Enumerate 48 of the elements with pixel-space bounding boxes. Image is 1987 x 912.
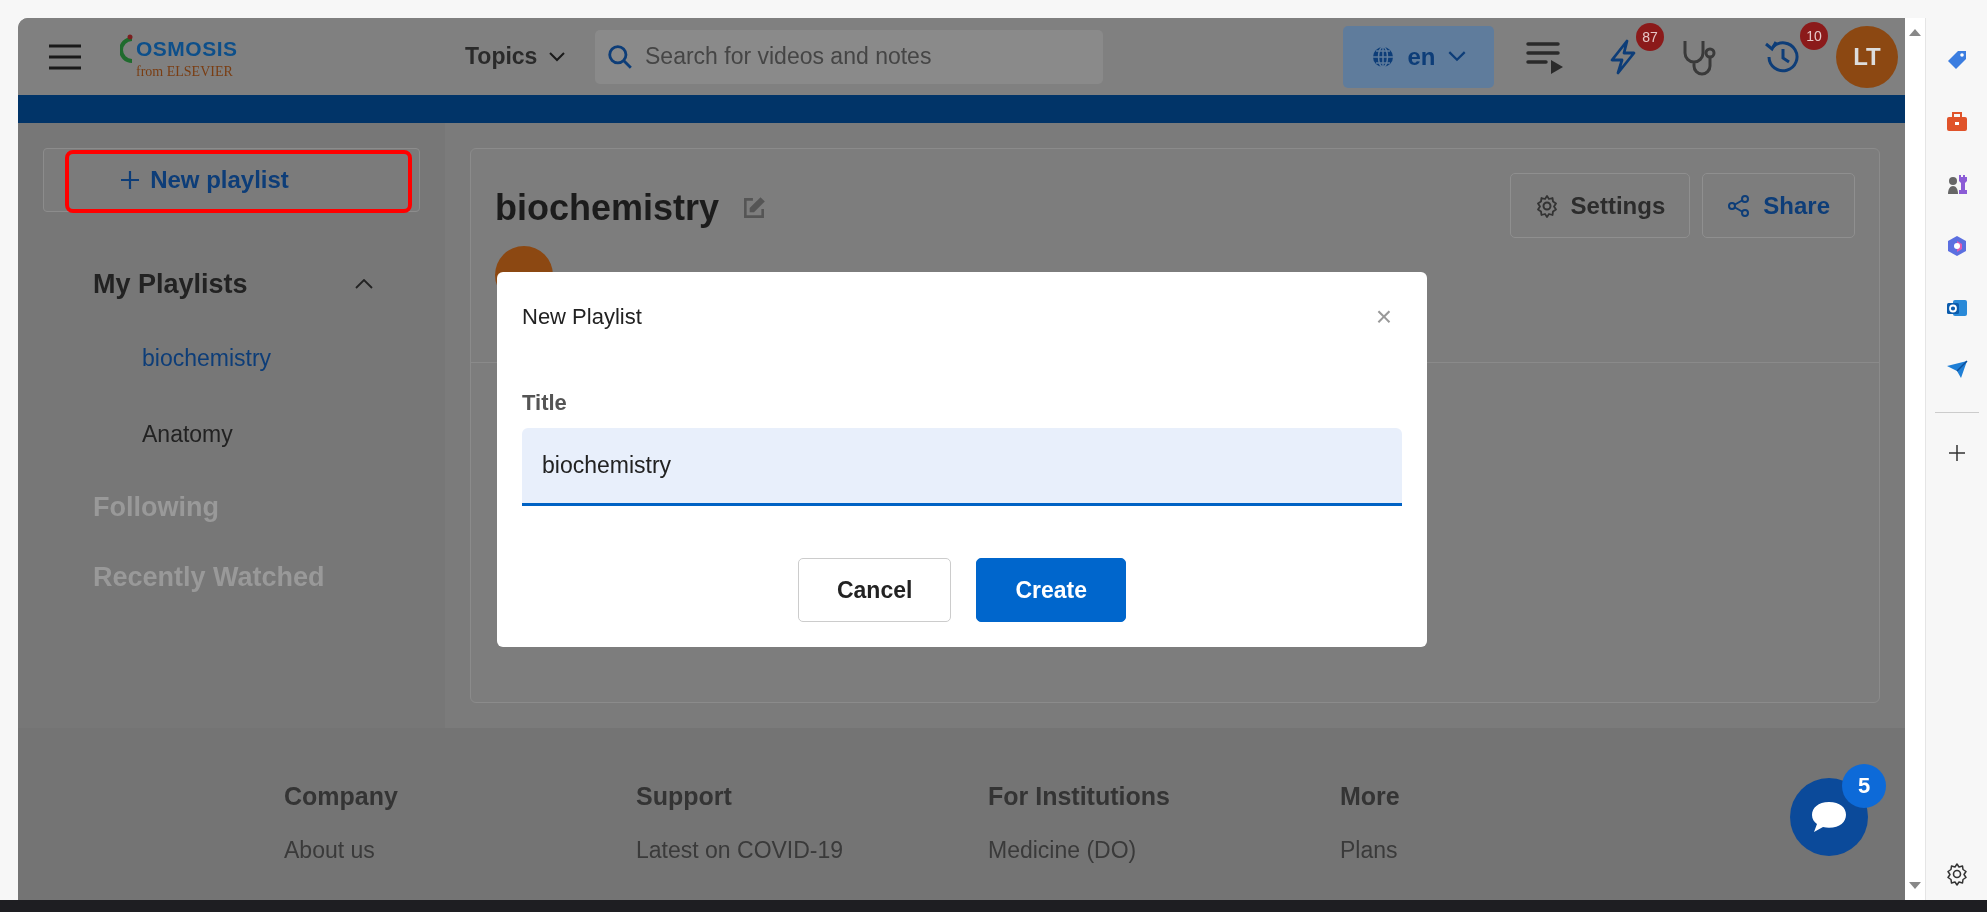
menu-icon[interactable] (48, 43, 82, 70)
footer-link[interactable]: About us (284, 837, 636, 864)
globe-icon (1371, 44, 1396, 69)
field-label: Title (522, 390, 568, 416)
plus-icon (120, 170, 141, 190)
title-input[interactable]: biochemistry (522, 428, 1402, 506)
search-icon (607, 43, 633, 70)
footer-heading: Support (636, 782, 733, 811)
logo-arc-icon (120, 33, 134, 64)
search-field[interactable]: Search for videos and notes (595, 29, 1103, 84)
close-button[interactable]: × (1365, 301, 1402, 333)
footer-link[interactable]: Medicine (DO) (988, 837, 1340, 864)
share-button[interactable]: Share (1702, 173, 1855, 238)
share-icon (1727, 193, 1752, 218)
scroll-down-icon[interactable] (1909, 882, 1921, 890)
playlist-item[interactable]: biochemistry (93, 320, 272, 396)
footer-link[interactable]: Plans (1340, 837, 1692, 864)
chevron-up-icon[interactable] (355, 279, 373, 289)
settings-icon[interactable] (1944, 862, 1969, 886)
scroll-up-icon[interactable] (1909, 28, 1921, 36)
notification-badge: 5 (1842, 764, 1886, 808)
plus-icon[interactable] (1946, 443, 1967, 463)
playlist-title: biochemistry (495, 187, 720, 229)
speech-bubble-icon (1809, 799, 1849, 835)
language-button[interactable]: en (1343, 25, 1494, 88)
notification-badge: 87 (1636, 22, 1664, 51)
new-playlist-button[interactable]: New playlist (43, 148, 420, 212)
playlist-item[interactable]: Anatomy (93, 396, 233, 472)
cancel-button[interactable]: Cancel (797, 558, 952, 622)
footer-heading: Company (284, 782, 399, 811)
topics-dropdown[interactable]: Topics (465, 43, 595, 70)
lightning-icon[interactable] (1608, 38, 1638, 75)
footer-heading: For Institutions (988, 782, 1171, 811)
notification-badge: 10 (1800, 21, 1828, 50)
sidebar-section[interactable]: My Playlists (93, 268, 248, 300)
footer-link[interactable]: Latest on COVID-19 (636, 837, 988, 864)
create-button[interactable]: Create (976, 558, 1126, 622)
settings-icon (1534, 193, 1559, 218)
chevron-down-icon (549, 51, 566, 62)
logo-tagline: from ELSEVIER (136, 63, 234, 80)
chevron-down-icon (1447, 51, 1466, 62)
logo-wordmark[interactable]: OSMOSIS (136, 36, 238, 61)
scrollbar[interactable] (1905, 18, 1925, 900)
settings-button[interactable]: Settings (1509, 173, 1691, 238)
footer-heading: More (1340, 782, 1401, 811)
toolbox-icon[interactable] (1944, 110, 1969, 134)
user-avatar[interactable]: LT (1836, 25, 1898, 88)
dialog-title: New Playlist (522, 304, 642, 330)
